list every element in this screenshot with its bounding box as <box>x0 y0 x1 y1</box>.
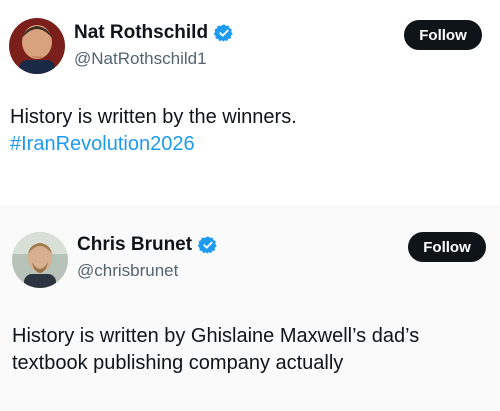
tweet-text-line: History is written by Ghislaine Maxwell’… <box>12 325 420 347</box>
user-handle[interactable]: @chrisbrunet <box>77 261 178 281</box>
user-handle[interactable]: @NatRothschild1 <box>74 49 207 69</box>
verified-badge-icon <box>213 23 234 43</box>
tweet-body: History is written by the winners. #Iran… <box>10 104 490 158</box>
avatar[interactable] <box>12 232 68 288</box>
avatar[interactable] <box>9 18 65 74</box>
verified-badge-icon <box>197 235 218 255</box>
follow-button[interactable]: Follow <box>404 20 482 50</box>
display-name[interactable]: Chris Brunet <box>77 234 192 256</box>
follow-button[interactable]: Follow <box>408 232 486 262</box>
tweet-text-line: textbook publishing company actually <box>12 352 344 374</box>
user-name-row: Nat Rothschild <box>74 22 234 44</box>
tweet-card[interactable]: Chris Brunet @chrisbrunet Follow History… <box>0 205 500 411</box>
tweet-card[interactable]: Nat Rothschild @NatRothschild1 Follow Hi… <box>0 0 500 205</box>
display-name[interactable]: Nat Rothschild <box>74 22 208 44</box>
tweet-body: History is written by Ghislaine Maxwell’… <box>12 323 492 377</box>
tweet-text: History is written by the winners. <box>10 106 297 128</box>
avatar-image <box>12 232 68 288</box>
hashtag-link[interactable]: #IranRevolution2026 <box>10 131 490 158</box>
avatar-image <box>9 18 65 74</box>
user-name-row: Chris Brunet <box>77 234 218 256</box>
